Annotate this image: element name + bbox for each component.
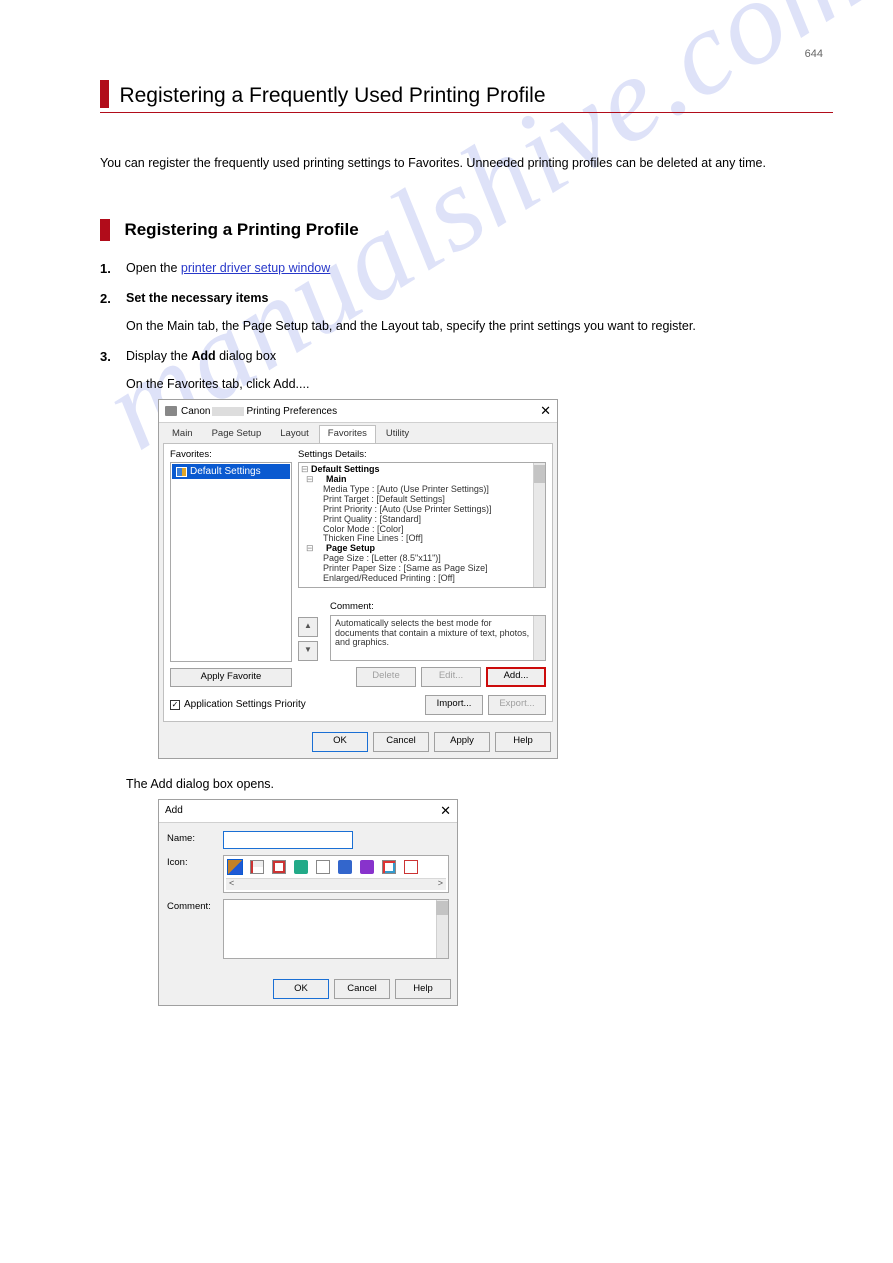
favorites-item-default[interactable]: Default Settings — [172, 464, 290, 479]
tabs: Main Page Setup Layout Favorites Utility — [159, 423, 557, 442]
printer-driver-setup-link[interactable]: printer driver setup window — [181, 261, 330, 275]
step-3-text-b: Add — [191, 349, 215, 363]
ok-button[interactable]: OK — [312, 732, 368, 752]
comment-label: Comment: — [167, 899, 223, 912]
tree-item: Enlarged/Reduced Printing : [Off] — [323, 574, 537, 584]
close-icon[interactable]: ✕ — [540, 404, 551, 418]
page-number: 644 — [805, 48, 823, 60]
tab-main[interactable]: Main — [163, 425, 202, 442]
add-button[interactable]: Add... — [486, 667, 546, 687]
tree-page-setup: Page Setup — [326, 543, 375, 553]
edit-button[interactable]: Edit... — [421, 667, 481, 687]
dialog-title-suffix: Printing Preferences — [246, 406, 337, 417]
step-3-sub1: On the Favorites tab, click Add.... — [126, 377, 833, 391]
tab-favorites[interactable]: Favorites — [319, 425, 376, 442]
scrollbar[interactable] — [533, 463, 545, 587]
tree-root: Default Settings — [311, 464, 380, 474]
delete-button[interactable]: Delete — [356, 667, 416, 687]
icon-picker[interactable]: <> — [223, 855, 449, 893]
cancel-button[interactable]: Cancel — [373, 732, 429, 752]
page-title-block: Registering a Frequently Used Printing P… — [100, 80, 833, 113]
comment-display: Automatically selects the best mode for … — [330, 615, 546, 661]
profile-icon-option[interactable] — [249, 859, 265, 875]
title-rule — [100, 112, 833, 113]
profile-icon-option[interactable] — [381, 859, 397, 875]
name-label: Name: — [167, 831, 223, 844]
close-icon[interactable]: ✕ — [440, 804, 451, 818]
section-heading: Registering a Printing Profile — [100, 219, 833, 241]
app-settings-priority-label: Application Settings Priority — [184, 699, 306, 710]
scrollbar[interactable] — [533, 616, 545, 660]
export-button[interactable]: Export... — [488, 695, 546, 715]
section-accent-bar — [100, 219, 110, 241]
intro-text: You can register the frequently used pri… — [100, 153, 833, 173]
apply-favorite-button[interactable]: Apply Favorite — [170, 668, 292, 686]
apply-button[interactable]: Apply — [434, 732, 490, 752]
step-3-text-c: dialog box — [216, 349, 276, 363]
section-title: Registering a Printing Profile — [124, 220, 358, 240]
scrollbar[interactable]: <> — [226, 878, 446, 890]
icon-label: Icon: — [167, 855, 223, 868]
redacted-model — [212, 407, 244, 416]
comment-input[interactable] — [223, 899, 449, 959]
dialog-titlebar: Add ✕ — [159, 800, 457, 823]
tab-page-setup[interactable]: Page Setup — [203, 425, 271, 442]
step-2-title: Set the necessary items — [126, 291, 268, 305]
profile-icon-option[interactable] — [227, 859, 243, 875]
add-dialog: Add ✕ Name: Icon: — [158, 799, 458, 1006]
tree-main: Main — [326, 474, 347, 484]
profile-icon-option[interactable] — [271, 859, 287, 875]
step-3: Display the Add dialog box On the Favori… — [100, 349, 833, 1006]
page-title: Registering a Frequently Used Printing P… — [119, 84, 545, 108]
tab-layout[interactable]: Layout — [271, 425, 318, 442]
step-1-text-a: Open the — [126, 261, 181, 275]
title-accent-bar — [100, 80, 109, 108]
favorites-label: Favorites: — [170, 450, 292, 460]
settings-details-label: Settings Details: — [298, 450, 546, 460]
name-input[interactable] — [223, 831, 353, 849]
step-2-sub: On the Main tab, the Page Setup tab, and… — [126, 319, 833, 333]
profile-icon — [176, 467, 187, 477]
dialog-footer: OK Cancel Apply Help — [159, 726, 557, 758]
step-1: Open the printer driver setup window — [100, 261, 833, 275]
tab-utility[interactable]: Utility — [377, 425, 418, 442]
profile-icon-option[interactable] — [359, 859, 375, 875]
favorites-item-label: Default Settings — [190, 466, 261, 477]
scrollbar[interactable] — [436, 900, 448, 958]
printer-icon — [165, 406, 177, 416]
move-down-button[interactable]: ▼ — [298, 641, 318, 661]
cancel-button[interactable]: Cancel — [334, 979, 390, 999]
ok-button[interactable]: OK — [273, 979, 329, 999]
app-settings-priority-checkbox[interactable]: ✓ — [170, 700, 180, 710]
settings-details-tree[interactable]: ⊟ Default Settings ⊟ Main Media Type : [… — [298, 462, 546, 588]
add-dialog-title: Add — [165, 805, 183, 816]
help-button[interactable]: Help — [495, 732, 551, 752]
dialog-title-prefix: Canon — [181, 406, 210, 417]
move-up-button[interactable]: ▲ — [298, 617, 318, 637]
help-button[interactable]: Help — [395, 979, 451, 999]
favorites-listbox[interactable]: Default Settings — [170, 462, 292, 662]
dialog-titlebar: Canon Printing Preferences ✕ — [159, 400, 557, 423]
step-2: Set the necessary items On the Main tab,… — [100, 291, 833, 333]
profile-icon-option[interactable] — [337, 859, 353, 875]
comment-text: Automatically selects the best mode for … — [335, 618, 529, 648]
profile-icon-option[interactable] — [315, 859, 331, 875]
printing-preferences-dialog: Canon Printing Preferences ✕ Main Page S… — [158, 399, 558, 759]
profile-icon-option[interactable] — [403, 859, 419, 875]
dialog-footer: OK Cancel Help — [159, 973, 457, 1005]
step-3-text-a: Display the — [126, 349, 191, 363]
comment-label: Comment: — [330, 602, 546, 612]
step-3-sub2: The Add dialog box opens. — [126, 777, 833, 791]
import-button[interactable]: Import... — [425, 695, 483, 715]
profile-icon-option[interactable] — [293, 859, 309, 875]
